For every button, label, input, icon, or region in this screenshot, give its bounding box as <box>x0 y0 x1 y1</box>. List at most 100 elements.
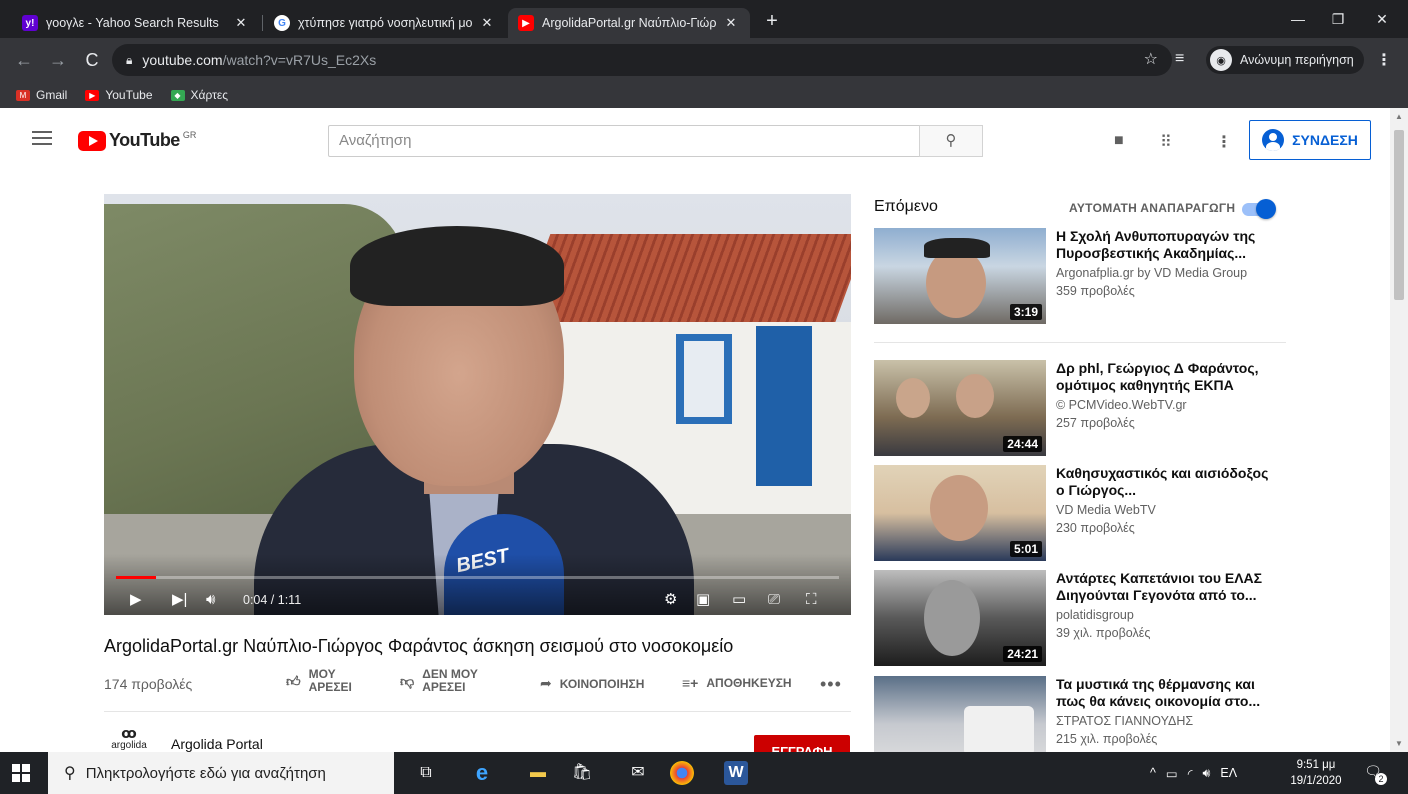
clock-time: 9:51 μμ <box>1296 759 1336 771</box>
back-button[interactable]: ← <box>12 48 36 72</box>
more-actions-icon[interactable]: ••• <box>820 674 842 695</box>
tab-title: γοογλε - Yahoo Search Results <box>46 16 219 30</box>
subscribe-button[interactable]: ΕΓΓΡΑΦΗ <box>754 735 850 752</box>
word-icon[interactable]: W <box>724 761 748 785</box>
battery-icon[interactable]: ▭ <box>1166 766 1178 781</box>
notification-icon[interactable]: 🗨︎ 2 <box>1362 763 1387 785</box>
mail-icon[interactable]: ✉ <box>626 761 650 785</box>
minimize-button[interactable]: — <box>1278 6 1318 32</box>
browser-menu-icon[interactable]: ⋮ <box>1376 50 1392 70</box>
create-video-icon[interactable]: ■ <box>1114 132 1124 150</box>
taskbar-clock[interactable]: 9:51 μμ 19/1/2020 <box>1284 757 1348 789</box>
tab-google-search[interactable]: G χτύπησε γιατρό νοσηλευτική μο ✕ <box>264 8 506 38</box>
close-tab-icon[interactable]: ✕ <box>232 15 250 31</box>
recommendation-item[interactable]: Τα μυστικά της θέρμανσης και πως θα κάνε… <box>874 676 1294 752</box>
menu-icon[interactable] <box>32 131 52 145</box>
page-scrollbar[interactable]: ▲ ▼ <box>1390 108 1408 752</box>
theater-mode-icon[interactable]: ▭ <box>732 586 746 614</box>
tray-chevron-icon[interactable]: ^ <box>1150 766 1156 780</box>
notification-count: 2 <box>1375 773 1387 785</box>
volume-icon[interactable]: 🔊︎ <box>1203 766 1211 781</box>
video-duration: 5:01 <box>1009 541 1042 557</box>
video-thumbnail[interactable]: 3:19 <box>874 228 1046 324</box>
video-player[interactable]: BEST ▶ ▶| 🔊︎ 0:04 / 1:11 ⚙ ▣ ▭ ⎚ ⛶ <box>104 194 851 615</box>
video-frame-roof <box>517 234 851 324</box>
autoplay-toggle[interactable] <box>1240 199 1276 219</box>
maps-icon: ◆ <box>170 89 185 101</box>
browser-tab-bar: y! γοογλε - Yahoo Search Results ✕ G χτύ… <box>0 0 1408 38</box>
address-bar[interactable]: 🔒︎ youtube.com/watch?v=vR7Us_Ec2Xs ☆ <box>112 44 1172 76</box>
bookmark-maps[interactable]: ◆ Χάρτες <box>170 88 228 102</box>
save-button[interactable]: ≡+ ΑΠΟΘΗΚΕΥΣΗ <box>682 675 792 691</box>
forward-button[interactable]: → <box>46 48 70 72</box>
youtube-icon: ▶ <box>518 15 534 31</box>
thumbnail-figure <box>926 248 986 318</box>
task-view-icon[interactable]: ⧉ <box>414 761 438 785</box>
recommendation-views: 359 προβολές <box>1056 284 1135 298</box>
recommendation-title: Τα μυστικά της θέρμανσης και πως θα κάνε… <box>1056 676 1261 709</box>
tab-yahoo-search[interactable]: y! γοογλε - Yahoo Search Results ✕ <box>12 8 260 38</box>
restore-button[interactable]: ❐ <box>1318 6 1358 32</box>
channel-avatar[interactable]: ꝏ argolida <box>104 726 154 752</box>
store-icon[interactable]: 🛍︎ <box>570 761 594 785</box>
channel-logo-glyph: ꝏ <box>121 725 137 741</box>
windows-start-icon[interactable] <box>12 764 30 782</box>
video-thumbnail[interactable]: 5:01 <box>874 465 1046 561</box>
search-input[interactable]: Αναζήτηση <box>328 125 920 157</box>
play-icon[interactable]: ▶ <box>130 586 142 614</box>
scrollbar-thumb[interactable] <box>1394 130 1404 300</box>
recommendation-item[interactable]: 24:21 Αντάρτες Καπετάνιοι του ΕΛΑΣ Διηγο… <box>874 570 1294 670</box>
close-window-button[interactable]: ✕ <box>1362 6 1402 32</box>
settings-more-icon[interactable]: ⋮ <box>1216 132 1232 152</box>
bookmark-youtube[interactable]: ▶ YouTube <box>85 88 153 102</box>
channel-name[interactable]: Argolida Portal <box>171 736 263 752</box>
tab-title: ArgolidaPortal.gr Ναύπλιο-Γιώργ <box>542 16 716 30</box>
settings-gear-icon[interactable]: ⚙ <box>664 586 677 614</box>
video-thumbnail[interactable]: 24:21 <box>874 570 1046 666</box>
video-thumbnail[interactable]: 24:44 <box>874 360 1046 456</box>
recommendation-item[interactable]: 3:19 Η Σχολή Ανθυποπυραγών της Πυροσβεστ… <box>874 228 1294 328</box>
cast-icon[interactable]: ⎚ <box>768 586 780 614</box>
recommendation-item[interactable]: 5:01 Καθησυχαστικός και αισιόδοξος ο Γιώ… <box>874 465 1294 565</box>
bookmarks-bar: M Gmail ▶ YouTube ◆ Χάρτες <box>0 82 1408 108</box>
dislike-button[interactable]: 👎︎ ΔΕΝ ΜΟΥ ΑΡΕΣΕΙ <box>400 668 478 694</box>
fullscreen-icon[interactable]: ⛶ <box>806 586 817 614</box>
recommendation-item[interactable]: 24:44 Δρ phl, Γεώργιος Δ Φαράντος, ομότι… <box>874 360 1294 460</box>
scroll-down-icon[interactable]: ▼ <box>1395 739 1403 748</box>
recommendation-title: Δρ phl, Γεώργιος Δ Φαράντος, ομότιμος κα… <box>1056 360 1259 393</box>
bookmark-gmail[interactable]: M Gmail <box>16 88 67 102</box>
close-tab-icon[interactable]: ✕ <box>722 15 740 31</box>
video-thumbnail[interactable] <box>874 676 1046 752</box>
progress-bar[interactable] <box>116 576 839 579</box>
search-button[interactable]: ⚲ <box>919 125 983 157</box>
language-indicator[interactable]: ΕΛ <box>1220 766 1237 780</box>
new-tab-button[interactable]: + <box>760 10 784 34</box>
incognito-icon: ◉ <box>1210 49 1232 71</box>
miniplayer-icon[interactable]: ▣ <box>696 586 710 614</box>
sign-in-button[interactable]: ΣΥΝΔΕΣΗ <box>1249 120 1371 160</box>
share-icon: ➦ <box>540 675 552 691</box>
edge-browser-icon[interactable]: e <box>470 761 494 785</box>
wifi-icon[interactable]: ◜ <box>1188 766 1193 781</box>
share-button[interactable]: ➦ ΚΟΙΝΟΠΟΙΗΣΗ <box>540 675 644 692</box>
next-video-icon[interactable]: ▶| <box>172 586 187 614</box>
apps-grid-icon[interactable]: ⠿ <box>1160 132 1172 152</box>
close-tab-icon[interactable]: ✕ <box>478 15 496 31</box>
thumbnail-figure <box>896 378 930 418</box>
account-icon <box>1262 129 1285 151</box>
save-label: ΑΠΟΘΗΚΕΥΣΗ <box>706 676 792 690</box>
taskbar-search-input[interactable]: ⚲ Πληκτρολογήστε εδώ για αναζήτηση <box>48 752 394 794</box>
video-frame-hair <box>350 226 564 306</box>
clock-date: 19/1/2020 <box>1290 775 1342 787</box>
volume-icon[interactable]: 🔊︎ <box>206 586 215 614</box>
reload-button[interactable]: C <box>80 48 104 72</box>
incognito-indicator[interactable]: ◉ Ανώνυμη περιήγηση <box>1206 46 1364 74</box>
file-explorer-icon[interactable]: ▬ <box>526 761 550 785</box>
scroll-up-icon[interactable]: ▲ <box>1395 112 1403 121</box>
media-controls-icon[interactable]: ≡ <box>1175 50 1184 68</box>
bookmark-star-icon[interactable]: ☆ <box>1144 49 1158 69</box>
tab-youtube-video[interactable]: ▶ ArgolidaPortal.gr Ναύπλιο-Γιώργ ✕ <box>508 8 750 38</box>
like-button[interactable]: 👍︎ ΜΟΥ ΑΡΕΣΕΙ <box>286 668 352 694</box>
youtube-logo[interactable]: YouTube GR <box>78 130 196 151</box>
chrome-icon[interactable] <box>670 761 694 785</box>
